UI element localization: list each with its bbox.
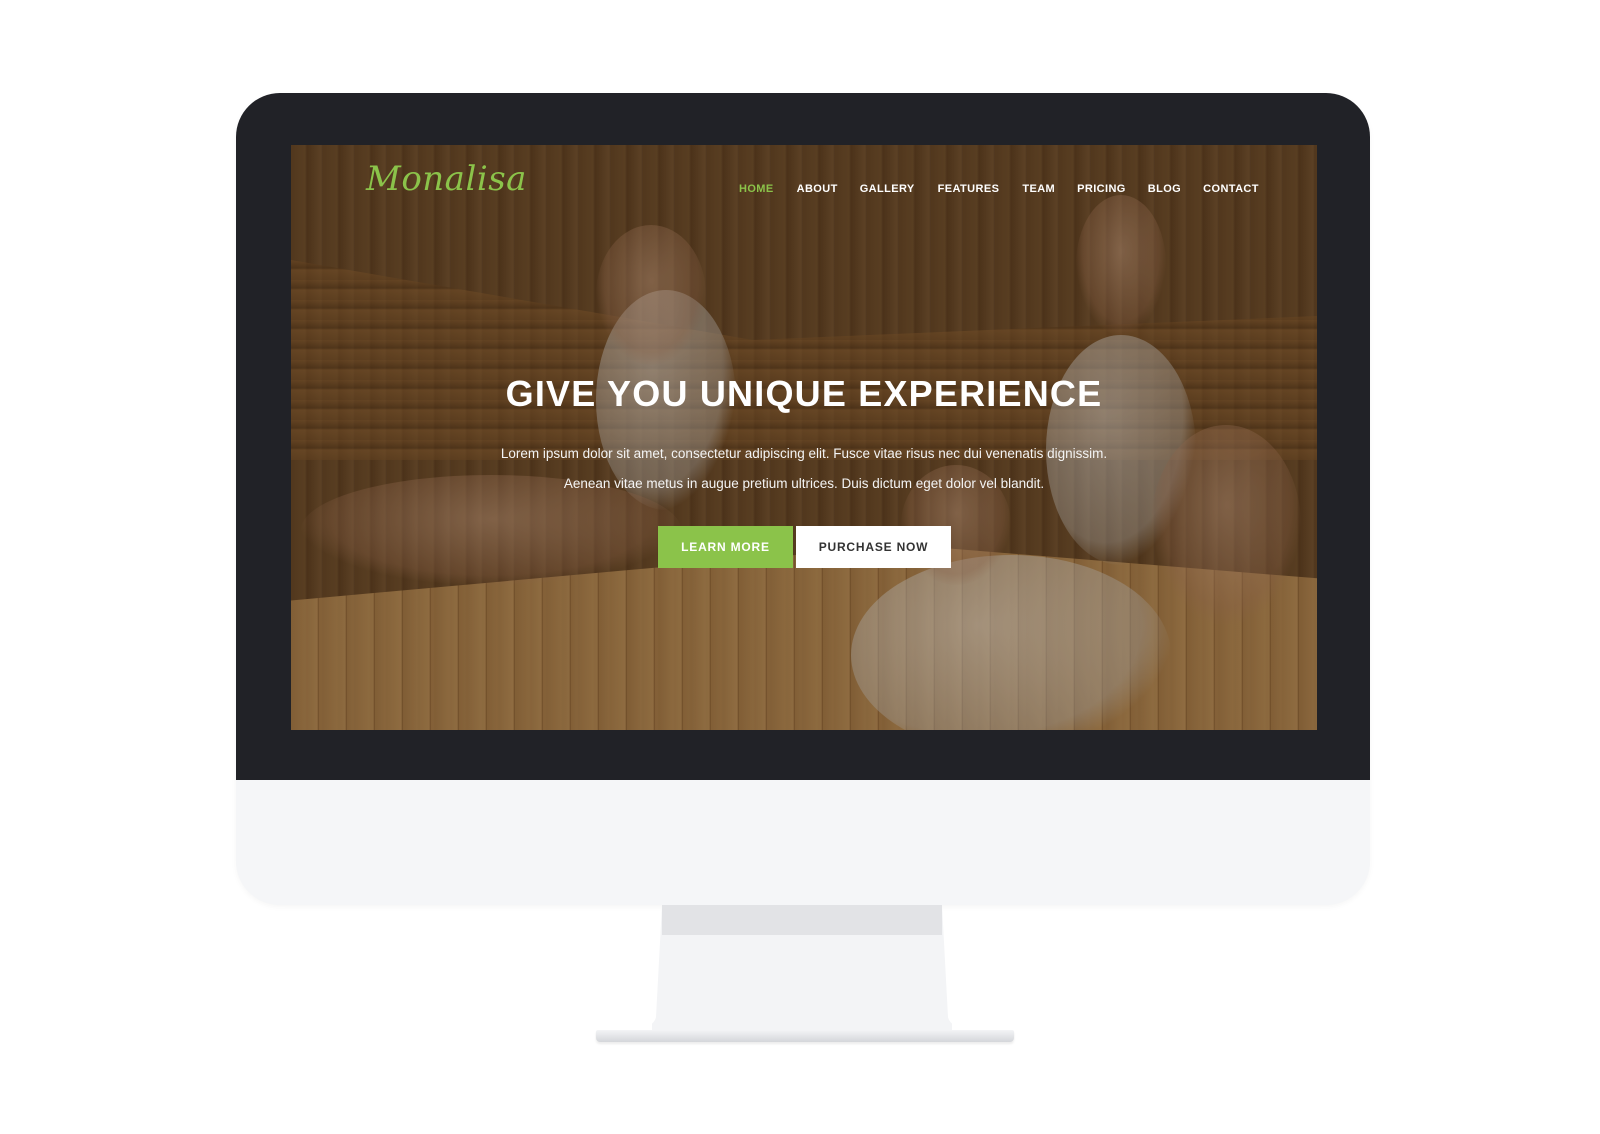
nav-item-about[interactable]: ABOUT	[797, 183, 838, 195]
monitor-stand-neck	[652, 905, 952, 1035]
hero-description-line-1: Lorem ipsum dolor sit amet, consectetur …	[500, 446, 1108, 461]
mockup-stage: Monalisa HOME ABOUT GALLERY FEATURES TEA…	[0, 0, 1600, 1134]
nav-item-features[interactable]: FEATURES	[938, 183, 1000, 195]
nav-item-pricing[interactable]: PRICING	[1077, 183, 1126, 195]
monitor-chin	[236, 780, 1370, 905]
hero-description-line-2: Aenean vitae metus in augue pretium ultr…	[563, 476, 1045, 491]
purchase-now-button[interactable]: PURCHASE NOW	[796, 526, 951, 568]
main-navigation: HOME ABOUT GALLERY FEATURES TEAM PRICING…	[739, 180, 1259, 198]
nav-item-gallery[interactable]: GALLERY	[860, 183, 915, 195]
website-screen: Monalisa HOME ABOUT GALLERY FEATURES TEA…	[291, 145, 1317, 730]
nav-item-team[interactable]: TEAM	[1022, 183, 1055, 195]
nav-item-contact[interactable]: CONTACT	[1203, 183, 1259, 195]
hero-title: GIVE YOU UNIQUE EXPERIENCE	[505, 373, 1103, 414]
learn-more-button[interactable]: LEARN MORE	[658, 526, 793, 568]
nav-item-blog[interactable]: BLOG	[1148, 183, 1181, 195]
nav-item-home[interactable]: HOME	[739, 183, 774, 195]
site-logo[interactable]: Monalisa	[366, 159, 527, 199]
monitor-stand-base	[596, 1030, 1014, 1042]
hero-overlay	[291, 145, 1317, 730]
